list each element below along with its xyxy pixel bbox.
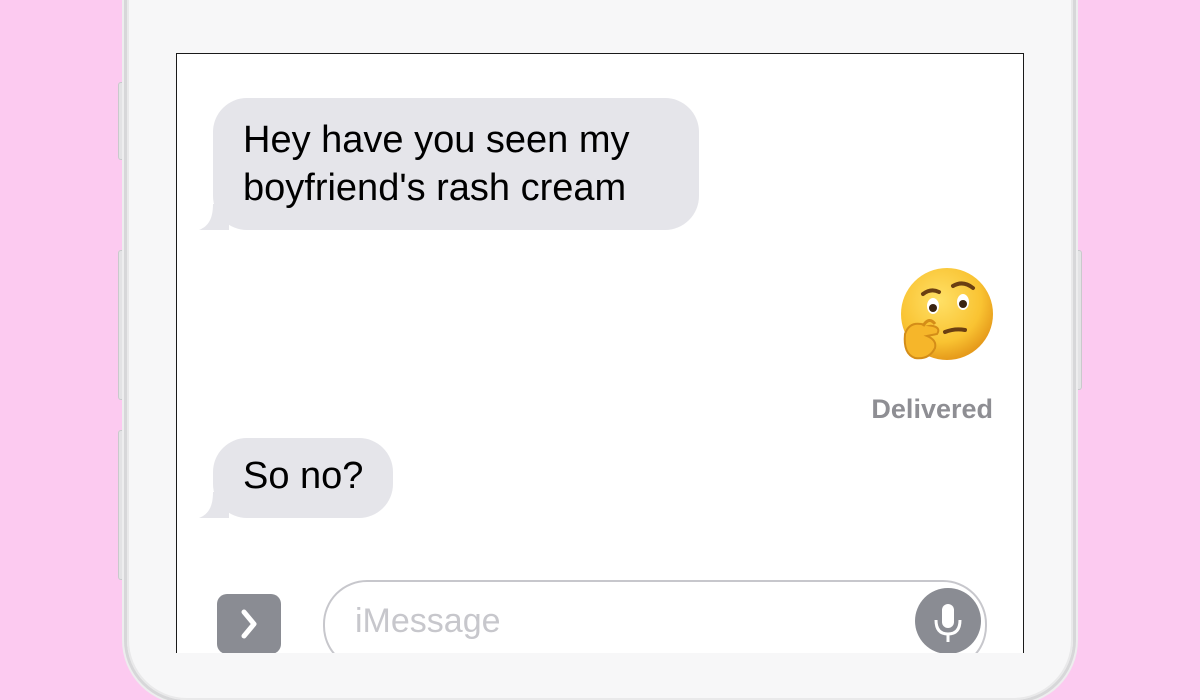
- silent-switch: [118, 82, 126, 160]
- delivered-status: Delivered: [871, 394, 993, 424]
- apps-button[interactable]: [217, 594, 281, 653]
- incoming-message[interactable]: Hey have you seen my boyfriend's rash cr…: [199, 98, 699, 230]
- message-text: Hey have you seen my boyfriend's rash cr…: [213, 98, 699, 230]
- chevron-right-icon: [241, 609, 257, 639]
- dictation-button[interactable]: [915, 588, 981, 653]
- message-text: So no?: [213, 438, 394, 518]
- thinking-face-icon[interactable]: [893, 264, 997, 368]
- power-button: [1074, 250, 1082, 390]
- incoming-message[interactable]: So no?: [199, 438, 394, 518]
- message-input-placeholder: iMessage: [355, 602, 501, 640]
- microphone-icon: [934, 604, 962, 642]
- volume-up-button: [118, 250, 126, 400]
- volume-down-button: [118, 430, 126, 580]
- message-input[interactable]: iMessage: [323, 580, 987, 653]
- messages-screen: Hey have you seen my boyfriend's rash cr…: [176, 53, 1024, 653]
